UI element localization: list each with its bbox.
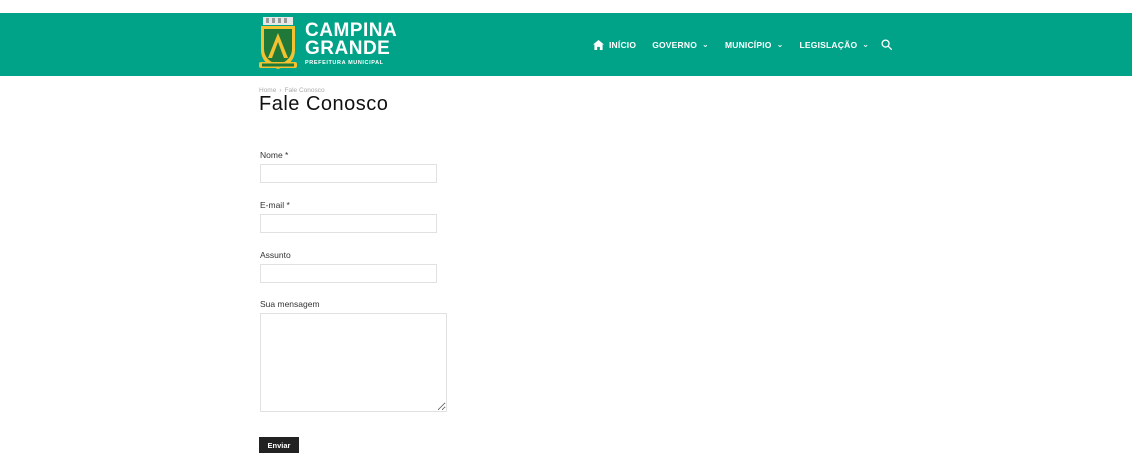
search-icon[interactable] <box>881 39 893 50</box>
page-title: Fale Conosco <box>259 93 389 115</box>
site-header: CAMPINA GRANDE PREFEITURA MUNICIPAL INÍC… <box>0 13 1132 76</box>
nav-label-governo: GOVERNO <box>652 39 698 50</box>
message-field[interactable] <box>260 313 447 412</box>
nav-item-inicio[interactable]: INÍCIO <box>593 39 637 50</box>
chevron-down-icon: ⌄ <box>862 40 870 49</box>
home-icon <box>593 39 604 50</box>
brand-subtitle: PREFEITURA MUNICIPAL <box>305 60 384 67</box>
name-label: Nome * <box>260 150 289 160</box>
name-field[interactable] <box>260 164 437 183</box>
nav-item-municipio[interactable]: MUNICÍPIO ⌄ <box>725 40 784 50</box>
subject-field[interactable] <box>260 264 437 283</box>
site-logo[interactable]: CAMPINA GRANDE PREFEITURA MUNICIPAL <box>257 15 407 73</box>
message-label: Sua mensagem <box>260 299 320 309</box>
nav-label-inicio: INÍCIO <box>609 39 637 50</box>
nav-item-governo[interactable]: GOVERNO ⌄ <box>652 40 709 50</box>
subject-label: Assunto <box>260 250 291 260</box>
email-field[interactable] <box>260 214 437 233</box>
coat-of-arms-icon <box>259 17 297 69</box>
chevron-down-icon: ⌄ <box>702 40 709 49</box>
nav-label-legislacao: LEGISLAÇÃO <box>799 39 858 50</box>
nav-label-municipio: MUNICÍPIO <box>724 39 772 50</box>
chevron-down-icon: ⌄ <box>776 40 784 49</box>
brand-name-line2: GRANDE <box>305 38 391 60</box>
email-label: E-mail * <box>260 200 290 210</box>
main-nav: INÍCIO GOVERNO ⌄ MUNICÍPIO ⌄ LEGISLAÇÃO … <box>593 13 893 76</box>
submit-button[interactable]: Enviar <box>259 437 299 453</box>
nav-item-legislacao[interactable]: LEGISLAÇÃO ⌄ <box>800 40 870 50</box>
